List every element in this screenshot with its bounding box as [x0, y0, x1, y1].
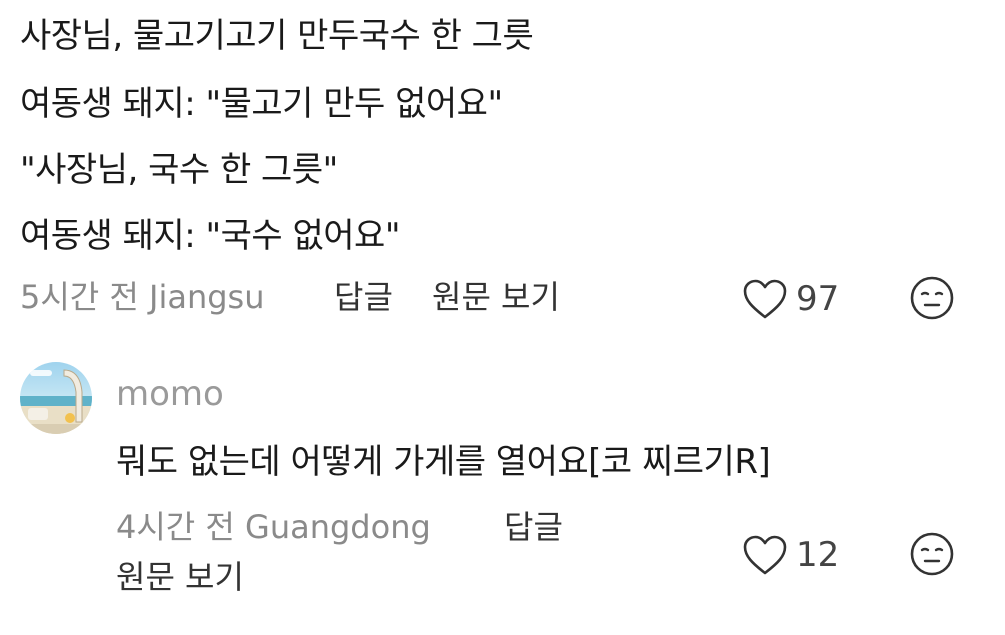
neutral-face-icon: [910, 532, 954, 576]
reply-text: 뭐도 없는데 어떻게 가게를 열어요[코 찌르기R]: [116, 442, 771, 482]
comment-thread: 사장님, 물고기고기 만두국수 한 그릇 여동생 돼지: "물고기 만두 없어요…: [0, 0, 1005, 635]
heart-outline-icon: [743, 279, 787, 319]
comment-text-line-2: 여동생 돼지: "물고기 만두 없어요": [20, 84, 503, 124]
comment-time-location: 5시간 전 Jiangsu: [20, 278, 265, 316]
reply-username[interactable]: momo: [116, 372, 224, 416]
neutral-face-icon: [910, 276, 954, 320]
heart-outline-icon: [743, 535, 787, 575]
reply-view-original-button[interactable]: 원문 보기: [116, 556, 244, 598]
comment-view-original-button[interactable]: 원문 보기: [432, 276, 560, 318]
reply-like-button[interactable]: 12: [742, 534, 839, 576]
comment-emoji-button[interactable]: [910, 276, 954, 320]
comment-text-line-4: 여동생 돼지: "국수 없어요": [20, 216, 400, 256]
user-avatar-icon[interactable]: [20, 362, 92, 434]
reply-emoji-button[interactable]: [910, 532, 954, 576]
comment-text-line-3: "사장님, 국수 한 그릇": [20, 150, 338, 190]
reply-time-location: 4시간 전 Guangdong: [116, 508, 431, 546]
comment-text-line-1: 사장님, 물고기고기 만두국수 한 그릇: [20, 16, 534, 56]
comment-reply-button[interactable]: 답글: [334, 276, 393, 318]
comment-like-count: 97: [796, 279, 840, 319]
comment-like-button[interactable]: 97: [742, 278, 839, 320]
reply-reply-button[interactable]: 답글: [504, 506, 563, 548]
reply-like-count: 12: [796, 535, 840, 575]
